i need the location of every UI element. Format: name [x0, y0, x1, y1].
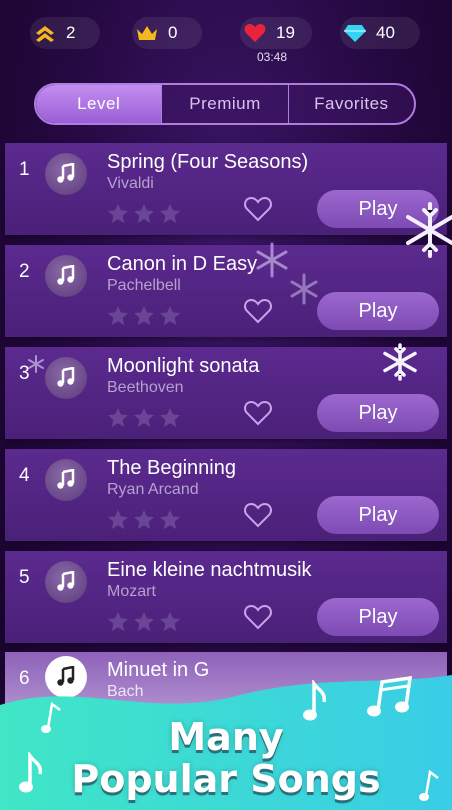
- star-rating: [107, 203, 181, 224]
- diamond-icon: [340, 23, 370, 43]
- snowflake-icon: [406, 200, 452, 265]
- star-icon: [108, 510, 128, 529]
- music-note-icon: [45, 561, 87, 603]
- favorite-heart-icon[interactable]: [243, 297, 273, 330]
- music-note-icon: [45, 459, 87, 501]
- song-artist: Mozart: [107, 583, 156, 600]
- star-icon: [108, 408, 128, 427]
- song-artist: Ryan Arcand: [107, 481, 199, 498]
- song-title: The Beginning: [107, 457, 236, 479]
- play-button[interactable]: Play: [317, 598, 439, 636]
- star-rating: [107, 305, 181, 326]
- star-icon: [160, 408, 180, 427]
- song-row[interactable]: 5 Eine kleine nachtmusik Mozart Play: [5, 551, 447, 643]
- star-icon: [160, 306, 180, 325]
- song-title: Eine kleine nachtmusik: [107, 559, 312, 581]
- star-icon: [108, 612, 128, 631]
- star-icon: [108, 204, 128, 223]
- song-title: Moonlight sonata: [107, 355, 260, 377]
- song-row[interactable]: 1 Spring (Four Seasons) Vivaldi Play: [5, 143, 447, 235]
- song-artist: Beethoven: [107, 379, 184, 396]
- music-note-icon: [45, 255, 87, 297]
- music-note-icon: [45, 153, 87, 195]
- diamond-count: 40: [376, 23, 395, 42]
- lives-timer: 03:48: [257, 50, 288, 64]
- song-title: Canon in D Easy: [107, 253, 258, 275]
- star-icon: [134, 408, 154, 427]
- favorite-heart-icon[interactable]: [243, 603, 273, 636]
- music-note-icon: [367, 676, 413, 717]
- status-bar: 2 0 19 40 03:48: [0, 0, 452, 70]
- crown-icon: [132, 23, 162, 43]
- tab-favorites[interactable]: Favorites: [289, 85, 414, 123]
- song-number: 5: [19, 567, 30, 588]
- tab-level[interactable]: Level: [36, 85, 162, 123]
- star-icon: [134, 510, 154, 529]
- play-button[interactable]: Play: [317, 292, 439, 330]
- song-number: 4: [19, 465, 30, 486]
- song-artist: Pachelbell: [107, 277, 181, 294]
- snowflake-icon: [254, 240, 290, 285]
- banner-line-1: Many: [168, 715, 284, 759]
- snowflake-icon: [288, 272, 320, 311]
- star-icon: [160, 612, 180, 631]
- banner-line-2: Popular Songs: [71, 757, 381, 801]
- star-icon: [134, 612, 154, 631]
- song-artist: Vivaldi: [107, 175, 154, 192]
- song-number: 1: [19, 159, 30, 180]
- music-note-icon: [19, 752, 43, 793]
- song-number: 2: [19, 261, 30, 282]
- favorite-heart-icon[interactable]: [243, 399, 273, 432]
- favorite-heart-icon[interactable]: [243, 195, 273, 228]
- crown-stat: 0: [132, 17, 202, 49]
- play-button[interactable]: Play: [317, 394, 439, 432]
- heart-icon: [240, 22, 270, 44]
- music-note-icon: [45, 357, 87, 399]
- song-row[interactable]: 4 The Beginning Ryan Arcand Play: [5, 449, 447, 541]
- star-rating: [107, 611, 181, 632]
- snowflake-icon: [380, 342, 420, 387]
- chevrons-up-icon: [30, 22, 60, 44]
- favorite-heart-icon[interactable]: [243, 501, 273, 534]
- star-icon: [134, 204, 154, 223]
- snowflake-icon: [26, 354, 46, 379]
- level-count: 2: [66, 23, 76, 42]
- music-note-icon: [41, 701, 61, 733]
- star-icon: [160, 204, 180, 223]
- diamond-stat[interactable]: 40: [340, 17, 420, 49]
- song-row[interactable]: 2 Canon in D Easy Pachelbell Play: [5, 245, 447, 337]
- lives-stat[interactable]: 19: [240, 17, 312, 49]
- music-note-icon: [419, 769, 439, 801]
- song-title: Spring (Four Seasons): [107, 151, 309, 173]
- crown-count: 0: [168, 23, 178, 42]
- song-category-tabs: Level Premium Favorites: [34, 83, 416, 125]
- star-icon: [160, 510, 180, 529]
- star-rating: [107, 509, 181, 530]
- level-stat: 2: [30, 17, 100, 49]
- lives-count: 19: [276, 23, 295, 42]
- star-icon: [108, 306, 128, 325]
- star-rating: [107, 407, 181, 428]
- star-icon: [134, 306, 154, 325]
- play-button[interactable]: Play: [317, 496, 439, 534]
- tab-premium[interactable]: Premium: [161, 85, 289, 123]
- music-note-icon: [303, 680, 327, 721]
